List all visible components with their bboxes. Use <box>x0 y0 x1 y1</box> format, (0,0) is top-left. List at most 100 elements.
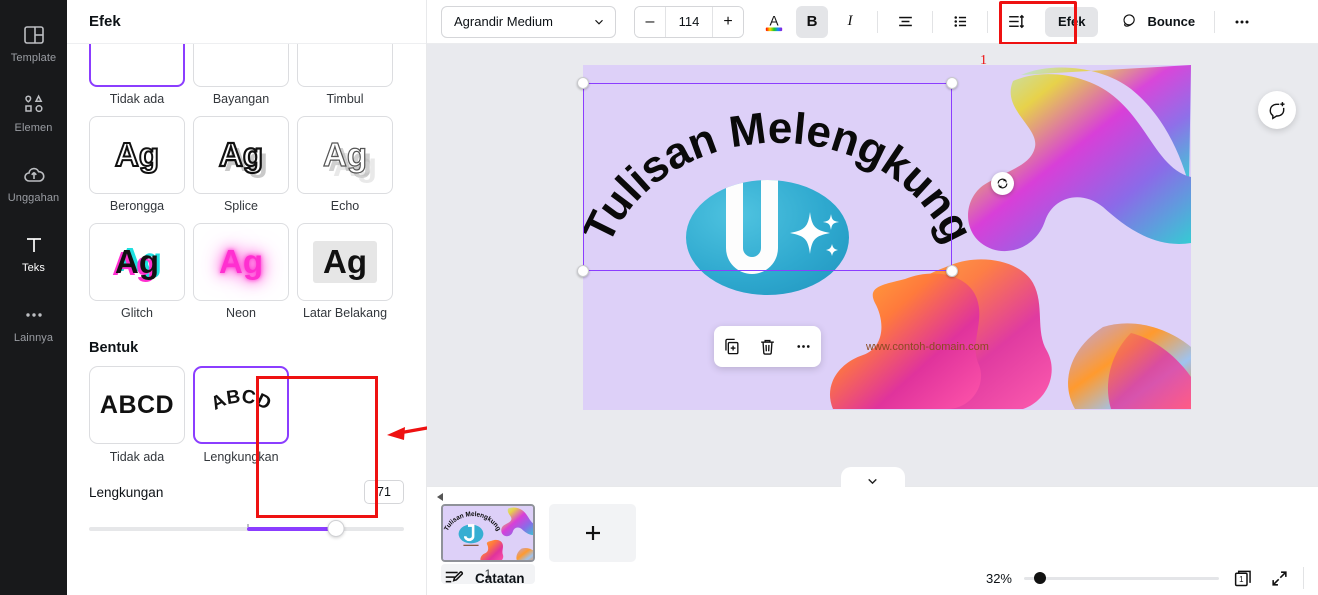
effect-label-glitch: Glitch <box>89 306 185 320</box>
panel-title: Efek <box>89 13 121 30</box>
font-size-increase-button[interactable]: + <box>713 7 743 37</box>
plus-icon <box>581 521 605 545</box>
rotate-handle[interactable] <box>991 172 1014 195</box>
effect-sample-glitch: Ag <box>115 243 159 281</box>
resize-handle-bottom-right[interactable] <box>946 265 958 277</box>
italic-button[interactable]: I <box>834 6 866 38</box>
animate-button-label: Bounce <box>1147 14 1195 29</box>
more-dots-icon <box>1232 12 1252 32</box>
effect-option-berongga[interactable]: Ag Berongga <box>89 116 185 213</box>
line-spacing-button[interactable] <box>999 6 1031 38</box>
bullet-list-icon <box>951 12 970 31</box>
effect-option-echo[interactable]: Ag Echo <box>297 116 393 213</box>
curve-value-input[interactable]: 71 <box>364 480 404 504</box>
font-family-select[interactable]: Agrandir Medium <box>441 6 616 38</box>
toolbar-divider-4 <box>1214 11 1215 33</box>
sidebar-label-teks: Teks <box>22 262 45 274</box>
shape-thumb-curve: ABCD <box>193 366 289 444</box>
add-comment-button[interactable] <box>1258 91 1296 129</box>
align-button[interactable] <box>889 6 921 38</box>
delete-button[interactable] <box>753 333 781 361</box>
font-size-stepper: – 114 + <box>634 6 744 38</box>
sidebar-item-elemen[interactable]: Elemen <box>0 78 67 148</box>
panel-body[interactable]: Tidak ada Bayangan Timbul Ag Berongga <box>67 44 426 595</box>
effect-label-splice: Splice <box>193 199 289 213</box>
element-context-toolbar <box>714 326 821 367</box>
canva-editor-window: Template Elemen Unggahan Teks <box>0 0 1318 595</box>
svg-text:A: A <box>769 13 779 28</box>
resize-handle-bottom-left[interactable] <box>577 265 589 277</box>
sidebar-item-teks[interactable]: Teks <box>0 218 67 288</box>
resize-handle-top-left[interactable] <box>577 77 589 89</box>
svg-text:Tulisan Melengkung: Tulisan Melengkung <box>583 104 973 251</box>
template-icon <box>22 23 46 47</box>
effect-option-neon[interactable]: Ag Neon <box>193 223 289 320</box>
canvas-stage[interactable]: www.contoh-domain.com Tulisan Melengkung <box>427 44 1318 486</box>
zoom-slider[interactable] <box>1024 571 1219 585</box>
curve-slider-knob[interactable] <box>328 520 345 537</box>
page-count-button[interactable]: 1 <box>1231 566 1255 590</box>
effect-label-hollow: Berongga <box>89 199 185 213</box>
duplicate-icon <box>722 337 741 356</box>
fullscreen-button[interactable] <box>1267 566 1291 590</box>
curve-slider-label: Lengkungan <box>89 485 163 500</box>
effect-option-glitch[interactable]: Ag Glitch <box>89 223 185 320</box>
collapse-pages-button[interactable] <box>841 467 905 487</box>
font-family-value: Agrandir Medium <box>454 14 553 29</box>
element-more-button[interactable] <box>789 333 817 361</box>
animate-button[interactable]: Bounce <box>1112 6 1203 38</box>
shape-sample-curve-svg: ABCD <box>200 383 282 427</box>
more-dots-icon <box>22 303 46 327</box>
text-t-icon <box>22 233 46 257</box>
resize-handle-top-right[interactable] <box>946 77 958 89</box>
effect-option-bayangan[interactable]: Bayangan <box>193 44 289 106</box>
text-color-button[interactable]: A <box>758 6 790 38</box>
artboard-subtitle: www.contoh-domain.com <box>820 341 1035 353</box>
bold-button[interactable]: B <box>796 6 828 38</box>
effect-option-tidak-ada[interactable]: Tidak ada <box>89 44 185 106</box>
list-button[interactable] <box>944 6 976 38</box>
effect-option-latar-belakang[interactable]: Ag Latar Belakang <box>297 223 393 320</box>
curve-slider[interactable] <box>89 520 404 538</box>
add-page-button[interactable] <box>549 504 636 562</box>
pages-bar: Tulisan Melengkung 1 Catatan 32% <box>427 486 1318 595</box>
italic-label: I <box>848 13 853 30</box>
trash-icon <box>758 337 777 356</box>
effect-option-splice[interactable]: Ag Splice <box>193 116 289 213</box>
shape-sample-curve: ABCD <box>208 386 274 414</box>
panel-header: Efek <box>67 0 426 44</box>
effects-grid: Tidak ada Bayangan Timbul Ag Berongga <box>89 44 404 330</box>
annotation-number-1: 1 <box>980 53 987 69</box>
efek-button[interactable]: Efek <box>1045 7 1098 37</box>
font-size-input[interactable]: 114 <box>665 7 713 37</box>
toolbar-more-button[interactable] <box>1226 6 1258 38</box>
shape-option-lengkungkan[interactable]: ABCD Lengkungkan <box>193 366 289 464</box>
zoom-slider-knob[interactable] <box>1034 572 1046 584</box>
sidebar-label-unggahan: Unggahan <box>8 192 60 204</box>
effect-thumb-glitch: Ag <box>89 223 185 301</box>
font-size-decrease-button[interactable]: – <box>635 7 665 37</box>
toolbar-divider-3 <box>987 11 988 33</box>
shape-option-tidak-ada[interactable]: ABCD Tidak ada <box>89 366 185 464</box>
artboard[interactable]: www.contoh-domain.com Tulisan Melengkung <box>583 65 1191 410</box>
line-spacing-icon <box>1006 12 1025 31</box>
chevron-down-icon <box>866 477 879 486</box>
effect-thumb-background: Ag <box>297 223 393 301</box>
notes-button[interactable]: Catatan <box>443 567 525 589</box>
page-thumbnail-1[interactable]: Tulisan Melengkung <box>441 504 535 562</box>
effect-thumb-neon: Ag <box>193 223 289 301</box>
duplicate-button[interactable] <box>718 333 746 361</box>
sidebar-item-lainnya[interactable]: Lainnya <box>0 288 67 358</box>
effect-thumb-lift <box>297 44 393 87</box>
effect-option-timbul[interactable]: Timbul <box>297 44 393 106</box>
effect-thumb-none <box>89 44 185 87</box>
toolbar-divider-2 <box>932 11 933 33</box>
effect-sample-neon: Ag <box>219 243 263 281</box>
zoom-percent-label: 32% <box>986 571 1012 586</box>
chevron-down-icon <box>592 15 606 29</box>
sidebar-item-unggahan[interactable]: Unggahan <box>0 148 67 218</box>
zoom-controls: 32% 1 <box>986 566 1304 590</box>
sidebar-item-template[interactable]: Template <box>0 8 67 78</box>
effect-sample-splice: Ag <box>219 136 263 174</box>
effect-thumb-splice: Ag <box>193 116 289 194</box>
